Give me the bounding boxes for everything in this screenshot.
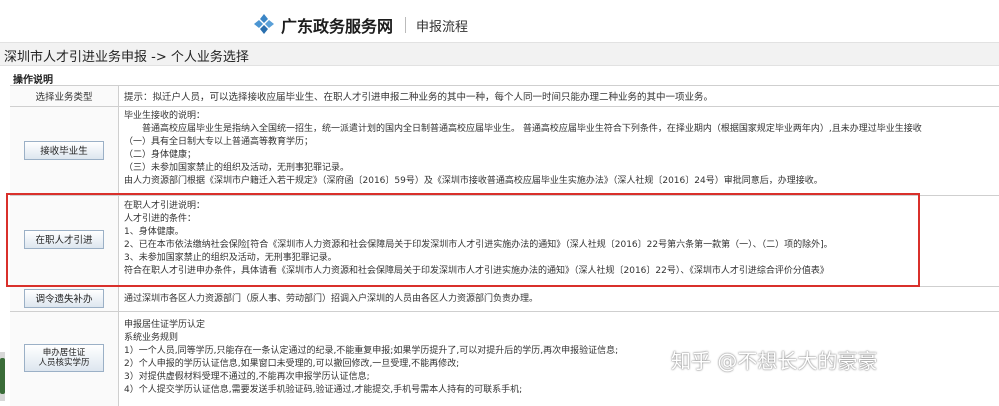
desc-line: （二）身体健康； <box>124 150 197 160</box>
desc-line: 申报居住证学历认定 <box>124 320 206 330</box>
talent-introduction-button[interactable]: 在职人才引进 <box>24 230 104 249</box>
label-cell: 选择业务类型 <box>10 86 119 106</box>
table-header-row: 选择业务类型 提示：拟迁户人员，可以选择接收应届毕业生、在职人才引进申报二种业务… <box>10 86 999 107</box>
desc-line: 2）个人申报的学历认证信息,如果窗口未受理的,可以撤回修改,一旦受理,不能再修改… <box>124 359 460 369</box>
label-cell: 在职人才引进 <box>10 196 119 286</box>
desc-line: 系统业务规则 <box>124 333 179 343</box>
desc-line: 1）一个人员,同等学历,只能存在一条认定通过的纪录,不能重复申报;如果学历提升了… <box>124 346 619 356</box>
watermark: 知乎 @不想长大的豪豪 <box>671 349 878 373</box>
desc-line: 3、未参加国家禁止的组织及活动，无刑事犯罪记录。 <box>124 253 337 263</box>
section-title: 操作说明 <box>13 75 53 86</box>
desc-line: 通过深圳市各区人力资源部门（原人事、劳动部门）招调入户深圳的人员由各区人力资源部… <box>124 294 539 304</box>
header-divider <box>405 17 406 33</box>
label-cell: 接收毕业生 <box>10 107 119 195</box>
label-cell: 申办居住证 人员核实学历 <box>10 312 119 406</box>
table-row-talent: 在职人才引进 在职人才引进说明： 人才引进的条件： 1、身体健康。 2、已在本市… <box>10 196 999 287</box>
site-header: 广东政务服务网 申报流程 <box>0 0 999 44</box>
desc-cell: 通过深圳市各区人力资源部门（原人事、劳动部门）招调入户深圳的人员由各区人力资源部… <box>122 287 999 311</box>
label-cell: 调令遗失补办 <box>10 287 119 311</box>
desc-line: 3）对提供虚假材料受理不通过的,不能再次申报学历认证信息; <box>124 372 370 382</box>
site-title[interactable]: 广东政务服务网 <box>281 13 393 37</box>
button-label-line: 申办居住证 <box>42 348 86 358</box>
receive-graduate-button[interactable]: 接收毕业生 <box>24 141 104 160</box>
breadcrumb: 深圳市人才引进业务申报 -> 个人业务选择 <box>0 42 999 66</box>
page-subtitle: 申报流程 <box>416 20 469 35</box>
scrollbar-thumb[interactable] <box>0 358 5 394</box>
hint-text: 提示：拟迁户人员，可以选择接收应届毕业生、在职人才引进申报二种业务的其中一种，每… <box>124 92 714 103</box>
desc-line: 符合在职人才引进申办条件，具体请看《深圳市人力资源和社会保障局关于印发深圳市人才… <box>124 266 829 276</box>
desc-line: 由人力资源部门根据《深圳市户籍迁入若干规定》（深府函〔2016〕59号）及《深圳… <box>124 176 823 186</box>
button-label-line: 人员核实学历 <box>38 358 90 368</box>
desc-cell: 提示：拟迁户人员，可以选择接收应届毕业生、在职人才引进申报二种业务的其中一种，每… <box>122 86 999 106</box>
desc-line: 4）个人提交学历认证信息,需要发送手机验证码,验证通过,才能提交,手机号需本人持… <box>124 385 523 395</box>
column-header-business-type: 选择业务类型 <box>35 92 93 103</box>
verify-education-button[interactable]: 申办居住证 人员核实学历 <box>24 344 104 372</box>
desc-line: （三）未参加国家禁止的组织及活动，无刑事犯罪记录。 <box>124 163 350 173</box>
table-row-lost-order: 调令遗失补办 通过深圳市各区人力资源部门（原人事、劳动部门）招调入户深圳的人员由… <box>10 287 999 312</box>
desc-line: 人才引进的条件： <box>124 214 197 224</box>
breadcrumb-text: 深圳市人才引进业务申报 -> 个人业务选择 <box>4 50 249 65</box>
desc-line: 毕业生接收的说明： <box>124 111 206 121</box>
desc-cell: 毕业生接收的说明： 普通高校应届毕业生是指纳入全国统一招生，统一派遣计划的国内全… <box>122 107 999 195</box>
gdzwfw-logo-icon <box>254 14 274 34</box>
desc-line: （一）具有全日制大专以上普通高等教育学历； <box>124 137 314 147</box>
desc-line: 2、已在本市依法缴纳社会保险[符合《深圳市人力资源和社会保障局关于印发深圳市人才… <box>124 240 833 250</box>
desc-line: 普通高校应届毕业生是指纳入全国统一招生，统一派遣计划的国内全日制普通高校应届毕业… <box>124 124 922 134</box>
desc-line: 在职人才引进说明： <box>124 201 206 211</box>
table-row-graduate: 接收毕业生 毕业生接收的说明： 普通高校应届毕业生是指纳入全国统一招生，统一派遣… <box>10 107 999 196</box>
desc-line: 1、身体健康。 <box>124 227 184 237</box>
lost-transfer-order-button[interactable]: 调令遗失补办 <box>24 289 104 308</box>
desc-cell: 在职人才引进说明： 人才引进的条件： 1、身体健康。 2、已在本市依法缴纳社会保… <box>122 196 999 286</box>
